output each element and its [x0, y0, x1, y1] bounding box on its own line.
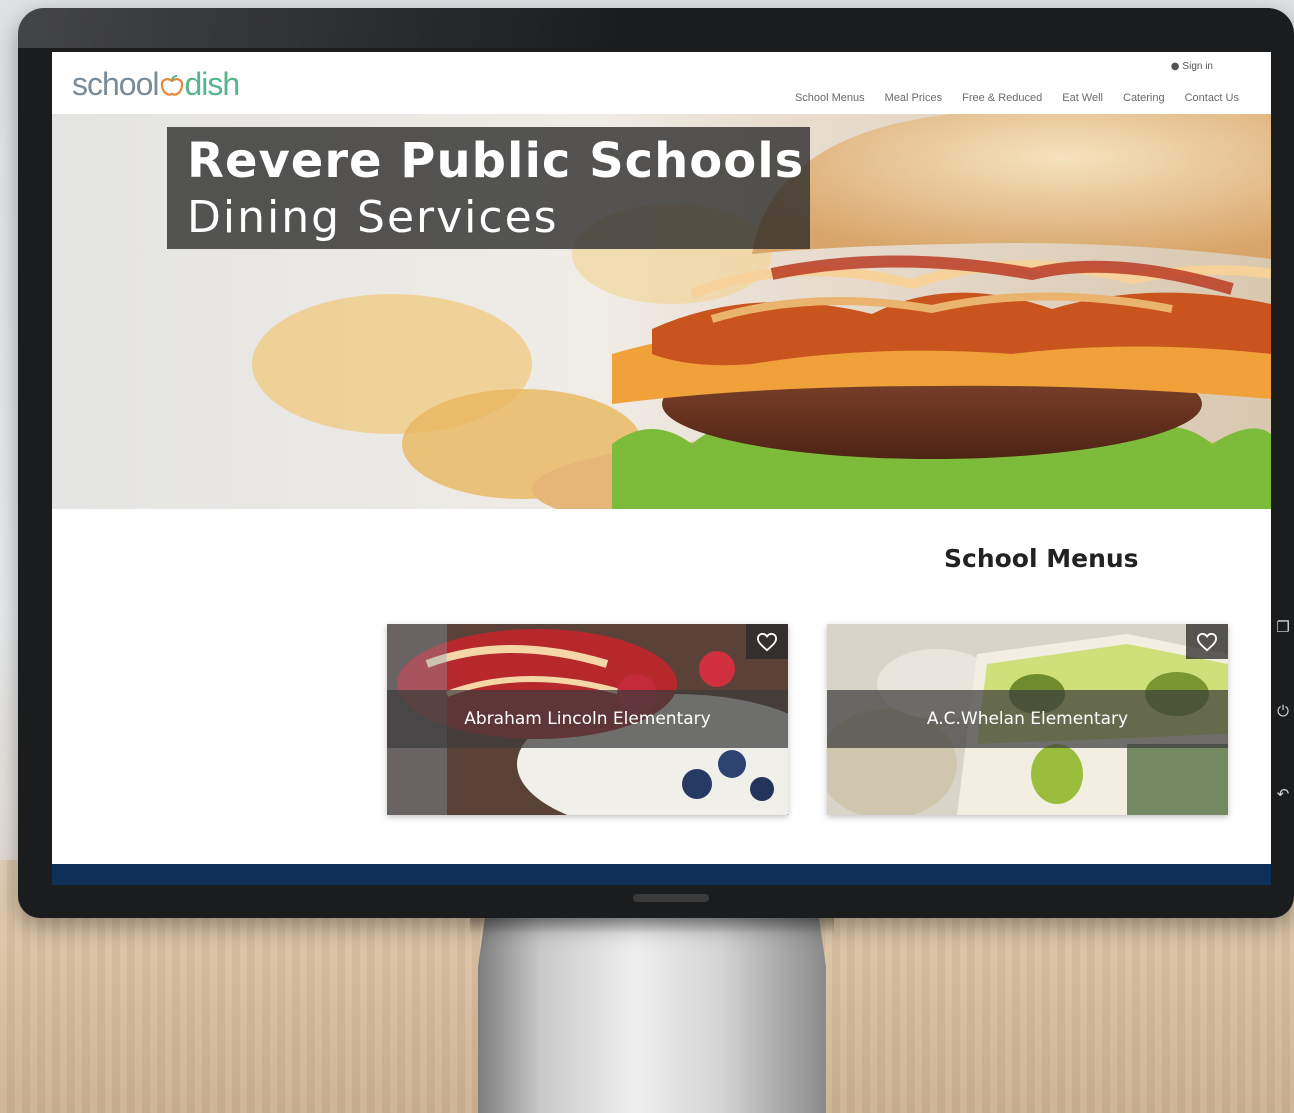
- school-card-ac-whelan[interactable]: A.C.Whelan Elementary: [827, 624, 1228, 815]
- main-nav: School Menus Meal Prices Free & Reduced …: [795, 92, 1239, 104]
- back-icon: ↶: [1276, 785, 1290, 803]
- school-card-label: A.C.Whelan Elementary: [827, 690, 1228, 748]
- nav-catering[interactable]: Catering: [1123, 92, 1165, 104]
- power-icon: ⏻: [1277, 702, 1289, 720]
- site-header: school dish ● Sign in School Menus Meal Pr…: [52, 52, 1271, 114]
- user-circle-icon: ●: [1170, 61, 1180, 72]
- schooldish-logo[interactable]: school dish: [72, 66, 241, 103]
- footer-bar: [52, 864, 1271, 885]
- nav-free-reduced[interactable]: Free & Reduced: [962, 92, 1042, 104]
- hero-banner: Revere Public Schools Dining Services: [52, 114, 1271, 509]
- hero-title-line2: Dining Services: [187, 192, 559, 243]
- signin-label: Sign in: [1182, 61, 1213, 72]
- nav-contact-us[interactable]: Contact Us: [1185, 92, 1239, 104]
- nav-meal-prices[interactable]: Meal Prices: [885, 92, 942, 104]
- signin-link[interactable]: ● Sign in: [1171, 61, 1213, 72]
- monitor-notch: [633, 894, 709, 902]
- apple-logo-icon: [160, 68, 184, 96]
- window-icon: ❐: [1276, 618, 1290, 636]
- school-menus-heading: School Menus: [944, 544, 1139, 573]
- school-card-abraham-lincoln[interactable]: Abraham Lincoln Elementary: [387, 624, 788, 815]
- nav-school-menus[interactable]: School Menus: [795, 92, 865, 104]
- logo-text-school: school: [72, 66, 159, 102]
- heart-outline-icon[interactable]: [1186, 624, 1228, 659]
- hero-title-box: Revere Public Schools Dining Services: [167, 127, 810, 249]
- monitor-stand: [478, 918, 826, 1113]
- screen: school dish ● Sign in School Menus Meal Pr…: [52, 52, 1271, 885]
- nav-eat-well[interactable]: Eat Well: [1062, 92, 1103, 104]
- heart-outline-icon[interactable]: [746, 624, 788, 659]
- hero-title-line1: Revere Public Schools: [187, 133, 805, 189]
- school-card-label: Abraham Lincoln Elementary: [387, 690, 788, 748]
- logo-text-dish: dish: [184, 66, 241, 102]
